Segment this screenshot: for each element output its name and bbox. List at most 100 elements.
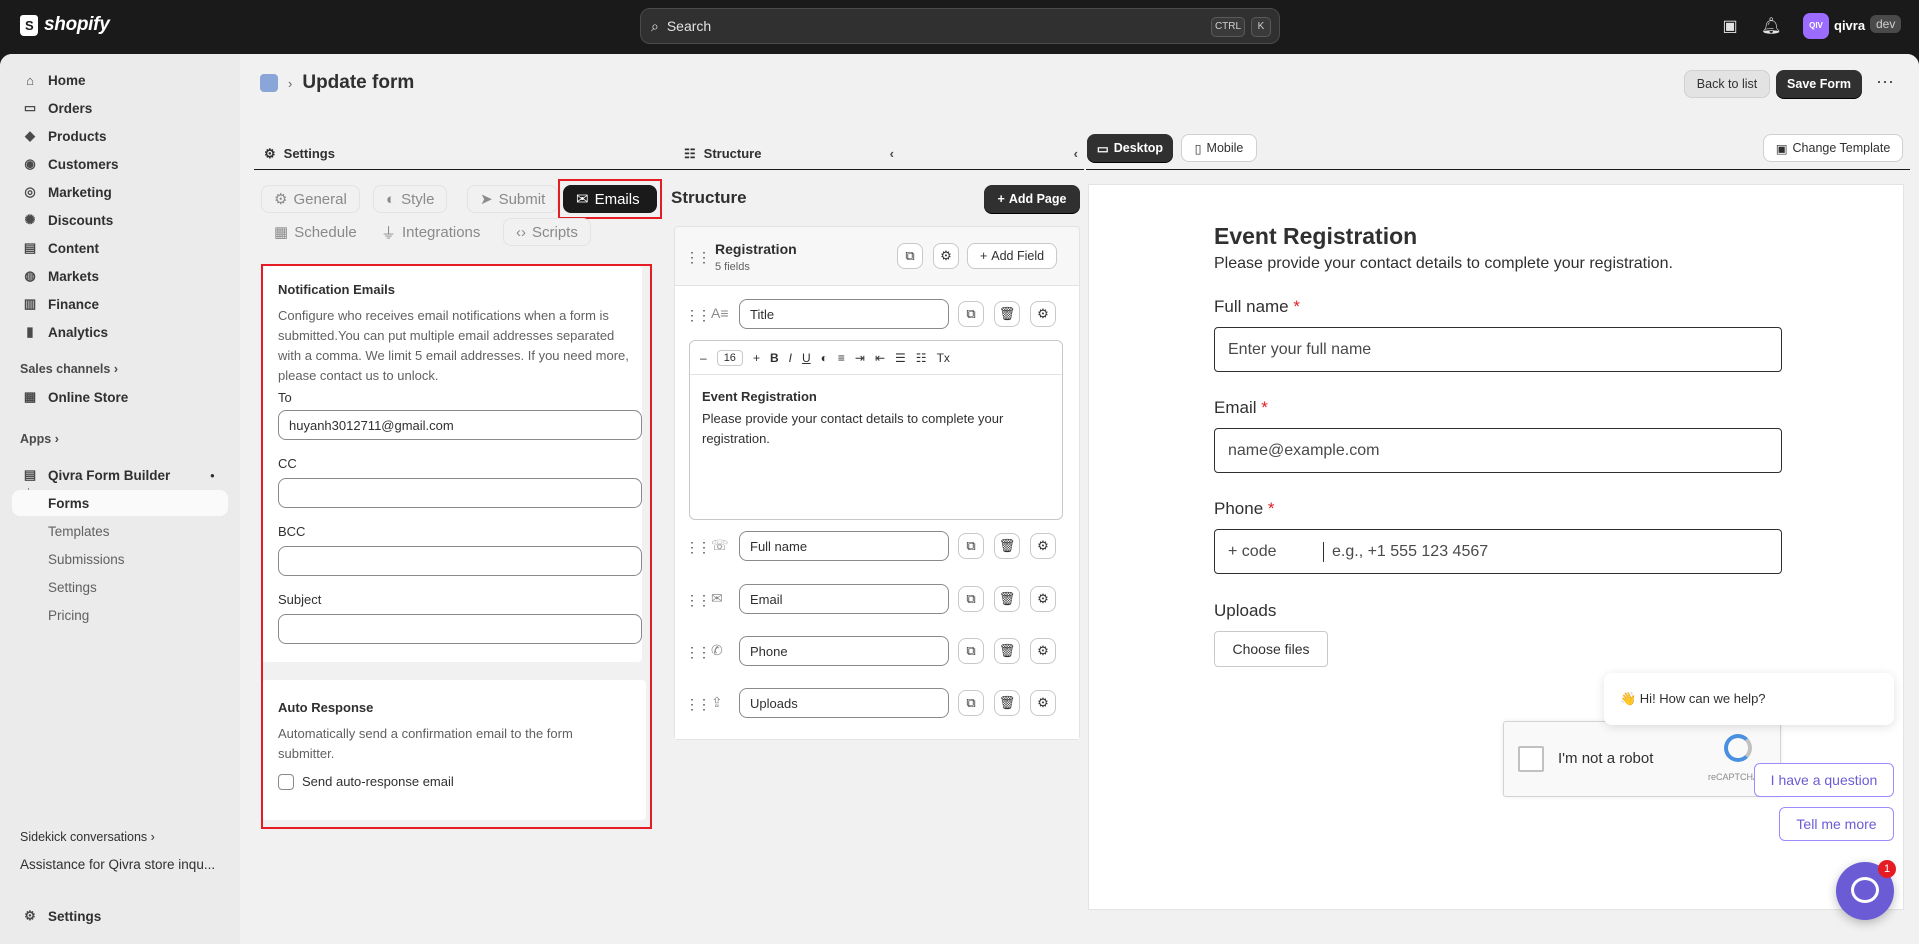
duplicate-field-button[interactable]: ⧉: [958, 301, 984, 327]
tab-integrations[interactable]: ⏚ Integrations: [368, 218, 494, 246]
sidebar-item-settings[interactable]: ⚙ Settings: [12, 903, 228, 929]
top-bar: shopify ⌕ Search CTRL K ▣ 🔔︎ QIV qivra d…: [0, 0, 1919, 54]
tab-general[interactable]: ⚙ General: [261, 185, 360, 213]
apps-heading[interactable]: Apps ›: [20, 432, 59, 446]
tab-style[interactable]: ◐ Style: [373, 185, 448, 213]
change-template-button[interactable]: ▣ Change Template: [1763, 134, 1903, 162]
add-page-button[interactable]: + Add Page: [984, 185, 1080, 213]
sidebar-item-qivra-form-builder[interactable]: ▤ Qivra Form Builder ●: [12, 462, 228, 488]
drag-handle-icon[interactable]: ⋮⋮: [685, 249, 711, 266]
editor-heading[interactable]: Event Registration: [702, 389, 817, 404]
sidebar-item-marketing[interactable]: ◎ Marketing: [12, 179, 228, 205]
chat-question-button[interactable]: I have a question: [1754, 763, 1894, 797]
drag-handle-icon[interactable]: ⋮⋮: [685, 539, 711, 556]
field-email-input[interactable]: Email: [739, 584, 949, 614]
store-name[interactable]: qivra: [1834, 18, 1865, 33]
collapse-left-icon[interactable]: ‹: [1074, 146, 1078, 161]
sidebar-item-discounts[interactable]: ✺ Discounts: [12, 207, 228, 233]
sidebar-item-app-settings[interactable]: Settings: [12, 574, 228, 600]
sidebar-item-finance[interactable]: ▥ Finance: [12, 291, 228, 317]
chat-tell-more-button[interactable]: Tell me more: [1779, 807, 1894, 841]
field-title-input[interactable]: Title: [739, 299, 949, 329]
numbered-list-icon[interactable]: ☷: [916, 351, 927, 365]
sidebar-item-products[interactable]: ◆ Products: [12, 123, 228, 149]
italic-icon[interactable]: I: [789, 351, 792, 365]
bullet-list-icon[interactable]: ☰: [895, 351, 906, 365]
sidebar-item-submissions[interactable]: Submissions: [12, 546, 228, 572]
fullname-input[interactable]: Enter your full name: [1214, 327, 1782, 372]
bell-icon[interactable]: 🔔︎: [1761, 16, 1781, 36]
shopify-logo[interactable]: shopify: [20, 14, 110, 36]
sidebar-item-home[interactable]: ⌂ Home: [12, 67, 228, 93]
clear-format-icon[interactable]: Tx: [937, 351, 950, 365]
field-settings-button[interactable]: ⚙: [1030, 586, 1056, 612]
phone-input[interactable]: + code e.g., +1 555 123 4567: [1214, 529, 1782, 574]
section-settings-button[interactable]: ⚙: [933, 243, 959, 269]
phone-code-select[interactable]: + code: [1228, 543, 1323, 561]
duplicate-field-button[interactable]: ⧉: [958, 586, 984, 612]
gear-icon: ⚙: [24, 908, 36, 923]
drag-handle-icon[interactable]: ⋮⋮: [685, 307, 711, 324]
color-palette-icon[interactable]: ◐: [821, 351, 828, 365]
drag-handle-icon[interactable]: ⋮⋮: [685, 644, 711, 661]
field-uploads-input[interactable]: Uploads: [739, 688, 949, 718]
field-settings-button[interactable]: ⚙: [1030, 638, 1056, 664]
align-icon[interactable]: ≡: [838, 351, 845, 365]
delete-field-button[interactable]: 🗑︎: [994, 301, 1020, 327]
sales-channels-heading[interactable]: Sales channels ›: [20, 362, 118, 376]
field-fullname-input[interactable]: Full name: [739, 531, 949, 561]
drag-handle-icon[interactable]: ⋮⋮: [685, 696, 711, 713]
more-actions-button[interactable]: ⋯: [1876, 72, 1894, 93]
duplicate-section-button[interactable]: ⧉: [897, 243, 923, 269]
desktop-view-button[interactable]: ▭ Desktop: [1087, 134, 1173, 162]
choose-files-button[interactable]: Choose files: [1214, 631, 1328, 667]
tab-schedule[interactable]: ▦ Schedule: [261, 218, 370, 246]
delete-field-button[interactable]: 🗑︎: [994, 690, 1020, 716]
chat-greeting-bubble[interactable]: 👋 Hi! How can we help?: [1604, 673, 1894, 725]
duplicate-field-button[interactable]: ⧉: [958, 533, 984, 559]
underline-icon[interactable]: U: [802, 351, 811, 365]
recaptcha-checkbox[interactable]: [1518, 746, 1544, 772]
sidekick-heading[interactable]: Sidekick conversations ›: [20, 830, 155, 844]
search-bar[interactable]: ⌕ Search CTRL K: [640, 8, 1280, 44]
delete-field-button[interactable]: 🗑︎: [994, 533, 1020, 559]
sidebar-item-templates[interactable]: Templates: [12, 518, 228, 544]
mobile-view-button[interactable]: ▯ Mobile: [1181, 134, 1257, 162]
sidebar-item-markets[interactable]: ◍ Markets: [12, 263, 228, 289]
bold-icon[interactable]: B: [770, 351, 779, 365]
sidebar-item-pricing[interactable]: Pricing: [12, 602, 228, 628]
duplicate-field-button[interactable]: ⧉: [958, 690, 984, 716]
sidebar-item-orders[interactable]: ▭ Orders: [12, 95, 228, 121]
email-input[interactable]: name@example.com: [1214, 428, 1782, 473]
delete-field-button[interactable]: 🗑︎: [994, 638, 1020, 664]
form-icon[interactable]: [260, 74, 278, 92]
sidebar-item-forms[interactable]: Forms: [12, 490, 228, 516]
add-field-button[interactable]: + Add Field: [967, 243, 1057, 269]
field-phone-input[interactable]: Phone: [739, 636, 949, 666]
field-settings-button[interactable]: ⚙: [1030, 533, 1056, 559]
increase-size-button[interactable]: +: [753, 351, 760, 365]
duplicate-field-button[interactable]: ⧉: [958, 638, 984, 664]
emails-settings-highlight: [261, 264, 652, 829]
sidebar-item-content[interactable]: ▤ Content: [12, 235, 228, 261]
editor-body[interactable]: Please provide your contact details to c…: [702, 409, 1052, 449]
sidebar-item-customers[interactable]: ◉ Customers: [12, 151, 228, 177]
tab-submit[interactable]: ➤ Submit: [467, 185, 559, 213]
outdent-icon[interactable]: ⇤: [875, 351, 885, 365]
field-settings-button[interactable]: ⚙: [1030, 301, 1056, 327]
avatar[interactable]: QIV: [1803, 13, 1829, 39]
drag-handle-icon[interactable]: ⋮⋮: [685, 592, 711, 609]
decrease-size-button[interactable]: –: [700, 351, 707, 365]
chat-launcher-button[interactable]: 1: [1836, 860, 1896, 920]
sidebar-item-online-store[interactable]: ▦ Online Store: [12, 384, 228, 410]
field-settings-button[interactable]: ⚙: [1030, 690, 1056, 716]
save-form-button[interactable]: Save Form: [1776, 70, 1862, 98]
inbox-icon[interactable]: ▣: [1720, 16, 1740, 36]
sidekick-conversation[interactable]: Assistance for Qivra store inqu...: [20, 857, 215, 872]
tab-scripts[interactable]: ‹› Scripts: [503, 218, 591, 246]
delete-field-button[interactable]: 🗑︎: [994, 586, 1020, 612]
font-size-input[interactable]: 16: [716, 349, 743, 366]
sidebar-item-analytics[interactable]: ▮ Analytics: [12, 319, 228, 345]
back-to-list-button[interactable]: Back to list: [1684, 70, 1770, 98]
indent-icon[interactable]: ⇥: [855, 351, 865, 365]
